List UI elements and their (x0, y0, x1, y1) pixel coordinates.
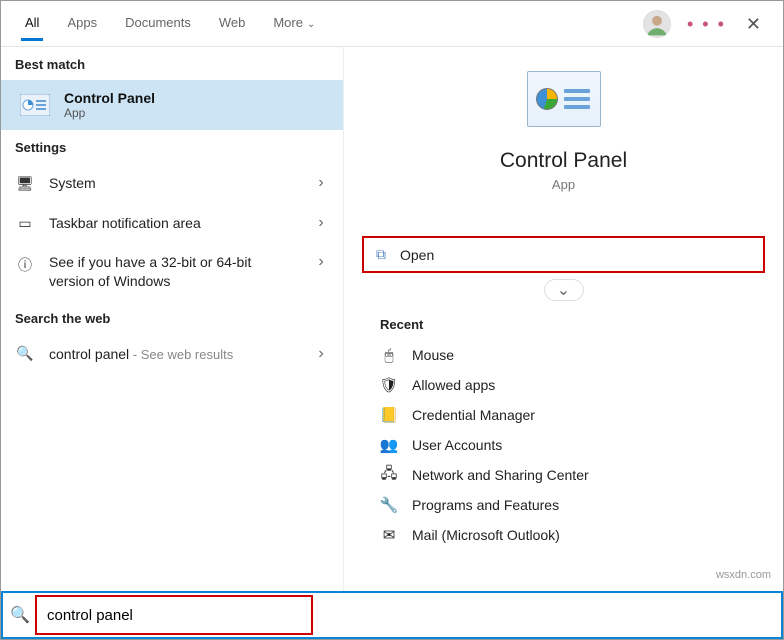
open-icon: ⧉ (376, 246, 386, 263)
best-match-subtitle: App (64, 106, 155, 120)
recent-list: 🖱 Mouse 🛡 Allowed apps 📒 Credential Manager 👥 U… (362, 340, 765, 550)
recent-item[interactable]: 🔧 Programs and Features (362, 490, 765, 520)
tab-documents[interactable]: Documents (111, 1, 205, 40)
recent-item-label: Credential Manager (412, 407, 535, 423)
watermark: wsxdn.com (716, 569, 771, 581)
search-icon: 🔍 (15, 344, 35, 364)
recent-item-label: Allowed apps (412, 377, 495, 393)
recent-item-label: Mail (Microsoft Outlook) (412, 527, 560, 543)
recent-item[interactable]: 🖧 Network and Sharing Center (362, 460, 765, 490)
tab-more[interactable]: More⌄ (259, 1, 329, 40)
recent-item-label: User Accounts (412, 437, 502, 453)
user-icon: 👥 (380, 436, 398, 454)
user-avatar[interactable] (643, 10, 671, 38)
open-button[interactable]: ⧉ Open (362, 236, 765, 273)
programs-icon: 🔧 (380, 496, 398, 514)
settings-header: Settings (1, 130, 343, 163)
network-icon: 🖧 (380, 466, 398, 484)
info-icon: ⓘ (15, 255, 35, 275)
recent-item[interactable]: 📒 Credential Manager (362, 400, 765, 430)
settings-item-label: Taskbar notification area (49, 215, 299, 231)
settings-item-system[interactable]: 🖥 System › (1, 163, 343, 203)
best-match-item[interactable]: Control Panel App (1, 80, 343, 130)
best-match-title: Control Panel (64, 90, 155, 106)
tab-apps[interactable]: Apps (53, 1, 111, 40)
preview-app-icon (527, 71, 601, 127)
settings-item-label: System (49, 175, 299, 191)
taskbar-icon: ▭ (15, 213, 35, 233)
shield-icon: 🛡 (380, 376, 398, 394)
settings-item-bits[interactable]: ⓘ See if you have a 32-bit or 64-bit ver… (1, 243, 343, 301)
options-button[interactable]: • • • (687, 14, 726, 35)
recent-item[interactable]: 🖱 Mouse (362, 340, 765, 370)
open-label: Open (400, 247, 434, 263)
results-list: Best match Control Panel App Settings 🖥 … (1, 47, 344, 592)
chevron-right-icon: › (313, 253, 329, 271)
control-panel-icon (18, 88, 52, 122)
web-result-item[interactable]: 🔍 control panel - See web results › (1, 334, 343, 374)
recent-item[interactable]: 👥 User Accounts (362, 430, 765, 460)
best-match-header: Best match (1, 47, 343, 80)
recent-header: Recent (380, 317, 765, 332)
credential-icon: 📒 (380, 406, 398, 424)
expand-button[interactable]: ⌄ (544, 279, 584, 301)
preview-title: Control Panel (362, 149, 765, 173)
recent-item[interactable]: 🛡 Allowed apps (362, 370, 765, 400)
search-input[interactable] (47, 607, 301, 624)
chevron-right-icon: › (313, 345, 329, 363)
preview-subtitle: App (362, 177, 765, 192)
search-scope-tabs: All Apps Documents Web More⌄ • • • ✕ (1, 1, 783, 47)
mail-icon: ✉ (380, 526, 398, 544)
recent-item-label: Programs and Features (412, 497, 559, 513)
search-icon: 🔍 (5, 605, 35, 625)
chevron-right-icon: › (313, 214, 329, 232)
settings-item-taskbar[interactable]: ▭ Taskbar notification area › (1, 203, 343, 243)
search-web-header: Search the web (1, 301, 343, 334)
chevron-down-icon: ⌄ (307, 19, 315, 30)
preview-pane: Control Panel App ⧉ Open ⌄ Recent 🖱 Mouse… (344, 47, 783, 592)
close-button[interactable]: ✕ (742, 10, 765, 39)
recent-item-label: Mouse (412, 347, 454, 363)
recent-item[interactable]: ✉ Mail (Microsoft Outlook) (362, 520, 765, 550)
settings-item-label: See if you have a 32-bit or 64-bit versi… (49, 253, 299, 291)
tab-all[interactable]: All (11, 1, 53, 40)
recent-item-label: Network and Sharing Center (412, 467, 589, 483)
search-bar[interactable]: 🔍 (1, 591, 783, 639)
tab-web[interactable]: Web (205, 1, 260, 40)
display-icon: 🖥 (15, 173, 35, 193)
chevron-right-icon: › (313, 174, 329, 192)
chevron-down-icon: ⌄ (557, 280, 570, 300)
mouse-icon: 🖱 (380, 346, 398, 364)
web-result-label: control panel - See web results (49, 346, 299, 362)
